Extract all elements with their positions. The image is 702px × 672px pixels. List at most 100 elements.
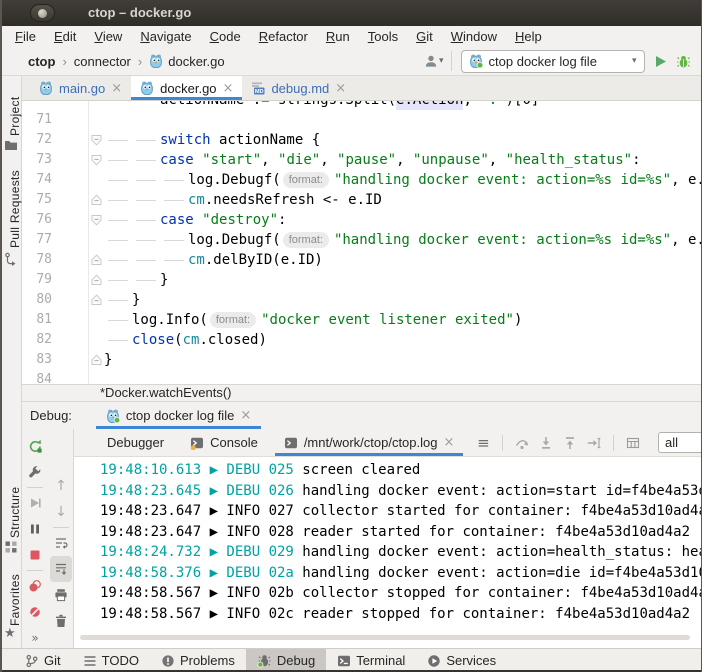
statusbar-problems[interactable]: Problems — [150, 649, 246, 672]
tab-label: /mnt/work/ctop/ctop.log — [304, 435, 438, 450]
up-stack-button[interactable]: ↑ — [48, 473, 74, 499]
debug-tab-debugger[interactable]: Debugger — [98, 429, 173, 456]
clear-all-button[interactable] — [48, 608, 74, 634]
close-tab-button[interactable] — [111, 82, 122, 95]
editor-tab-debug.md[interactable]: MDdebug.md — [242, 76, 355, 100]
menu-edit[interactable]: Edit — [45, 26, 85, 47]
statusbar-git[interactable]: Git — [14, 649, 72, 672]
breadcrumb-file[interactable]: docker.go — [149, 54, 224, 69]
fold-up-icon[interactable] — [88, 190, 104, 210]
menu-run[interactable]: Run — [317, 26, 359, 47]
horizontal-scrollbar[interactable] — [80, 635, 690, 640]
indent-guide — [104, 230, 132, 250]
code-token: : — [278, 210, 286, 230]
run-button[interactable] — [653, 54, 668, 69]
debug-session-tab[interactable]: ctop docker log file — [96, 402, 261, 429]
settings-button[interactable] — [22, 459, 48, 485]
problems-icon — [161, 654, 175, 668]
editor-tab-docker.go[interactable]: docker.go — [131, 76, 242, 100]
close-tab-button[interactable] — [443, 436, 454, 449]
statusbar-debug[interactable]: Debug — [246, 649, 326, 672]
fold-up-icon[interactable] — [88, 270, 104, 290]
close-tab-button[interactable] — [335, 82, 346, 95]
editor-footer-breadcrumb[interactable]: *Docker.watchEvents() — [22, 384, 702, 402]
menu-code[interactable]: Code — [201, 26, 250, 47]
menu-file[interactable]: File — [6, 26, 45, 47]
code-token: .closed) — [199, 330, 266, 350]
statusbar-terminal[interactable]: Terminal — [326, 649, 416, 672]
mute-breakpoints-button[interactable] — [22, 599, 48, 625]
statusbar-services[interactable]: Services — [416, 649, 507, 672]
title-bar: ctop – docker.go — [0, 0, 702, 26]
layout-menu-button[interactable]: ≡ — [473, 433, 493, 453]
code-editor[interactable]: actionName := strings.Split(e.Action, ":… — [22, 101, 702, 384]
line-number[interactable]: 78 — [22, 250, 52, 270]
indent-guide — [132, 190, 160, 210]
view-breakpoints-button[interactable] — [22, 573, 48, 599]
breadcrumb-project[interactable]: ctop — [28, 54, 55, 69]
line-number[interactable]: 77 — [22, 230, 52, 250]
resume-button[interactable] — [22, 490, 48, 516]
fold-up-icon[interactable] — [88, 350, 104, 370]
line-number[interactable]: 73 — [22, 150, 52, 170]
step-into-button[interactable] — [536, 433, 556, 453]
run-to-cursor-button[interactable] — [584, 433, 604, 453]
stop-button[interactable] — [22, 542, 48, 568]
line-number[interactable]: 83 — [22, 350, 52, 370]
menu-navigate[interactable]: Navigate — [131, 26, 200, 47]
line-number[interactable]: 76 — [22, 210, 52, 230]
log-output[interactable]: 19:48:10.613 ▶ DEBU 025 screen cleared19… — [74, 457, 702, 648]
code-line: 82close(cm.closed) — [22, 330, 702, 350]
restore-layout-button[interactable] — [623, 433, 643, 453]
editor-tab-main.go[interactable]: main.go — [30, 76, 131, 100]
trash-icon — [54, 614, 68, 628]
fold-gutter — [88, 170, 104, 190]
menu-view[interactable]: View — [85, 26, 131, 47]
line-number[interactable]: 79 — [22, 270, 52, 290]
line-number[interactable]: 71 — [22, 110, 52, 130]
breadcrumb-package[interactable]: connector — [74, 54, 131, 69]
step-over-button[interactable] — [512, 433, 532, 453]
line-number[interactable] — [22, 101, 52, 110]
user-account-button[interactable]: ▾ — [424, 54, 444, 68]
fold-down-icon[interactable] — [88, 130, 104, 150]
run-config-select[interactable]: ctop docker log file ▾ — [461, 50, 645, 73]
step-out-button[interactable] — [560, 433, 580, 453]
scroll-to-end-button[interactable] — [50, 556, 72, 582]
line-number[interactable]: 84 — [22, 370, 52, 384]
rerun-button[interactable] — [22, 433, 48, 459]
log-message: reader started for container: f4be4a53d1… — [302, 524, 690, 540]
code-token: log.Info( — [132, 310, 208, 330]
line-number[interactable]: 74 — [22, 170, 52, 190]
print-button[interactable] — [48, 582, 74, 608]
menu-help[interactable]: Help — [506, 26, 551, 47]
menu-window[interactable]: Window — [442, 26, 506, 47]
console-output-icon — [190, 436, 204, 450]
line-number[interactable]: 75 — [22, 190, 52, 210]
fold-up-icon[interactable] — [88, 290, 104, 310]
log-level-filter-select[interactable]: all — [658, 432, 702, 453]
debug-tab-log-file[interactable]: /mnt/work/ctop/ctop.log — [275, 429, 464, 456]
window-menu-button[interactable] — [30, 4, 55, 22]
menu-git[interactable]: Git — [407, 26, 442, 47]
fold-down-icon[interactable] — [88, 150, 104, 170]
debug-tab-console[interactable]: Console — [181, 429, 267, 456]
log-line: 19:48:58.376 ▶ DEBU 02a handling docker … — [100, 563, 702, 584]
debug-toolbar: » — [22, 429, 48, 648]
menu-tools[interactable]: Tools — [359, 26, 407, 47]
line-number[interactable]: 82 — [22, 330, 52, 350]
log-prefix: 19:48:10.613 ▶ DEBU 025 — [100, 462, 302, 478]
menu-refactor[interactable]: Refactor — [250, 26, 317, 47]
line-number[interactable]: 72 — [22, 130, 52, 150]
pause-button[interactable] — [22, 516, 48, 542]
soft-wrap-button[interactable] — [48, 530, 74, 556]
statusbar-todo[interactable]: TODO — [72, 649, 150, 672]
close-tab-button[interactable] — [223, 82, 234, 95]
fold-down-icon[interactable] — [88, 210, 104, 230]
down-stack-button[interactable]: ↓ — [48, 499, 74, 525]
close-session-button[interactable] — [240, 409, 251, 422]
line-number[interactable]: 80 — [22, 290, 52, 310]
line-number[interactable]: 81 — [22, 310, 52, 330]
debug-button[interactable] — [676, 54, 691, 69]
fold-up-icon[interactable] — [88, 250, 104, 270]
